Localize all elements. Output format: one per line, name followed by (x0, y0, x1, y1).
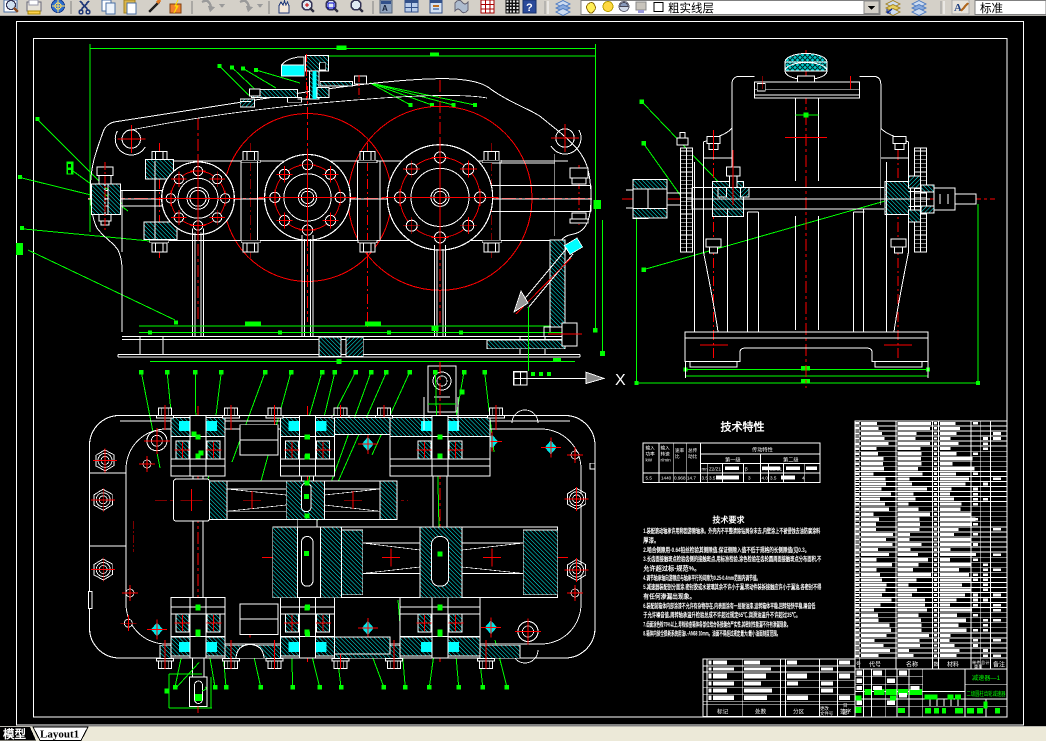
svg-text:3: 3 (748, 476, 751, 481)
svg-text:代号: 代号 (869, 661, 881, 669)
svg-text:动比: 动比 (688, 453, 698, 460)
svg-text:4.0: 4.0 (762, 476, 769, 481)
svg-text:标准: 标准 (980, 2, 1003, 15)
svg-text:功率: 功率 (646, 451, 656, 458)
svg-text:Z2/Z1: Z2/Z1 (709, 467, 721, 472)
svg-text:有任何渗漏出现象。: 有任何渗漏出现象。 (643, 591, 695, 600)
svg-text:3.5: 3.5 (709, 476, 716, 481)
svg-text:输入: 输入 (661, 445, 671, 452)
svg-text:Layout1: Layout1 (40, 729, 79, 741)
svg-text:处数: 处数 (755, 708, 767, 716)
svg-text:1.装配滚动轴承许用称固游隙轴承。外壳内不平整清除钻屑杂末去: 1.装配滚动轴承许用称固游隙轴承。外壳内不平整清除钻屑杂末去,内壁涂上不被侵蚀去… (643, 526, 820, 535)
svg-text:标记: 标记 (717, 708, 729, 716)
svg-text:㗊: 㗊 (843, 710, 848, 716)
svg-text:4: 4 (802, 476, 805, 481)
svg-text:传动特性: 传动特性 (752, 446, 773, 454)
svg-text:输入: 输入 (646, 445, 656, 452)
svg-text:总传: 总传 (688, 447, 698, 454)
svg-text:厚漆。: 厚漆。 (643, 536, 659, 545)
svg-text:3.5: 3.5 (770, 476, 777, 481)
svg-text:速率: 速率 (675, 447, 685, 454)
svg-text:5.5: 5.5 (646, 476, 653, 481)
svg-text:1440: 1440 (661, 476, 672, 481)
svg-text:文件号: 文件号 (820, 710, 834, 717)
svg-text:kW: kW (646, 458, 653, 463)
svg-text:4.调节轴承轴向游隙应与轴承平行的间隙为0.25-0.4mm: 4.调节轴承轴向游隙应与轴承平行的间隙为0.25-0.4mm范围内调节值。 (643, 573, 760, 582)
svg-text:备注: 备注 (993, 661, 1005, 669)
svg-text:A: A (954, 2, 962, 14)
svg-text:材料: 材料 (947, 661, 959, 669)
svg-text:0.968: 0.968 (674, 476, 686, 481)
svg-text:Z2/Z1: Z2/Z1 (770, 467, 782, 472)
svg-text:名称: 名称 (906, 661, 918, 669)
svg-text:粗实线层: 粗实线层 (668, 1, 714, 15)
svg-text:3.5: 3.5 (702, 476, 709, 481)
svg-text:5.减速器装配剖分面涂,密封胶或水玻璃其余不许小于漏,转动件: 5.减速器装配剖分面涂,密封胶或水玻璃其余不许小于漏,转动件装拆接触应许小于漏油… (643, 582, 821, 591)
svg-text:X: X (615, 372, 626, 389)
svg-text:允许超过标-规范%。: 允许超过标-规范%。 (642, 564, 700, 573)
svg-text:减速器—1: 减速器—1 (972, 674, 1001, 682)
svg-text:A: A (382, 4, 388, 13)
svg-text:技术特性: 技术特性 (721, 420, 765, 434)
svg-text:技术要求: 技术要求 (713, 515, 746, 525)
svg-text:3.长齿面接触斑点检验齿侧的接触斑点,用标准检验,涂色检验在: 3.长齿面接触斑点检验齿侧的接触斑点,用标准检验,涂色检验在齿轮圆周面接触斑点分… (643, 554, 821, 563)
svg-text:mn: mn (702, 467, 709, 472)
svg-text:第一级: 第一级 (725, 456, 741, 464)
svg-text:β: β (745, 467, 748, 472)
svg-text:转速: 转速 (661, 451, 671, 458)
svg-text:7.齿面涂色检75%以上,寿检验查箱体各部位结合各接缝合严实: 7.齿面涂色检75%以上,寿检验查箱体各部位结合各接缝合严实性,其密封性能漏不许… (643, 619, 790, 628)
svg-text:6.装配前箱体内部涂漆不允许有杂物存在,内表面涂有一层耐油漆: 6.装配前箱体内部涂漆不允许有杂物存在,内表面涂有一层耐油漆,运转箱体平稳,回转… (643, 601, 815, 610)
svg-text:mn: mn (762, 467, 769, 472)
svg-text:号: 号 (856, 662, 861, 668)
svg-text:r/min: r/min (661, 458, 672, 463)
svg-text:数: 数 (934, 661, 939, 668)
svg-text:8.箱体内装全损耗系统用油L-AN68 10mm。油面不得超: 8.箱体内装全损耗系统用油L-AN68 10mm。油面不得超过规定最大/最小油面… (643, 629, 780, 638)
svg-text:14.7: 14.7 (687, 476, 696, 481)
svg-text:2.啮合侧隙用-0.64铅丝检验其侧隙值,保证侧隙入值不低于: 2.啮合侧隙用-0.64铅丝检验其侧隙值,保证侧隙入值不低于规格的长侧隙值(见0… (643, 545, 809, 554)
svg-text:?: ? (526, 2, 533, 14)
svg-text:模型: 模型 (3, 727, 26, 741)
svg-text:第二级: 第二级 (783, 456, 799, 464)
svg-text:二级圆柱齿轮减速器: 二级圆柱齿轮减速器 (967, 690, 1007, 698)
svg-text:分区: 分区 (793, 708, 805, 716)
svg-text:比: 比 (675, 453, 680, 460)
svg-text:于允许噪音值,周转轴承温升检验总成不许超过规定65℃,润滑油: 于允许噪音值,周转轴承温升检验总成不许超过规定65℃,润滑油温升不许超过35℃。 (643, 610, 800, 619)
